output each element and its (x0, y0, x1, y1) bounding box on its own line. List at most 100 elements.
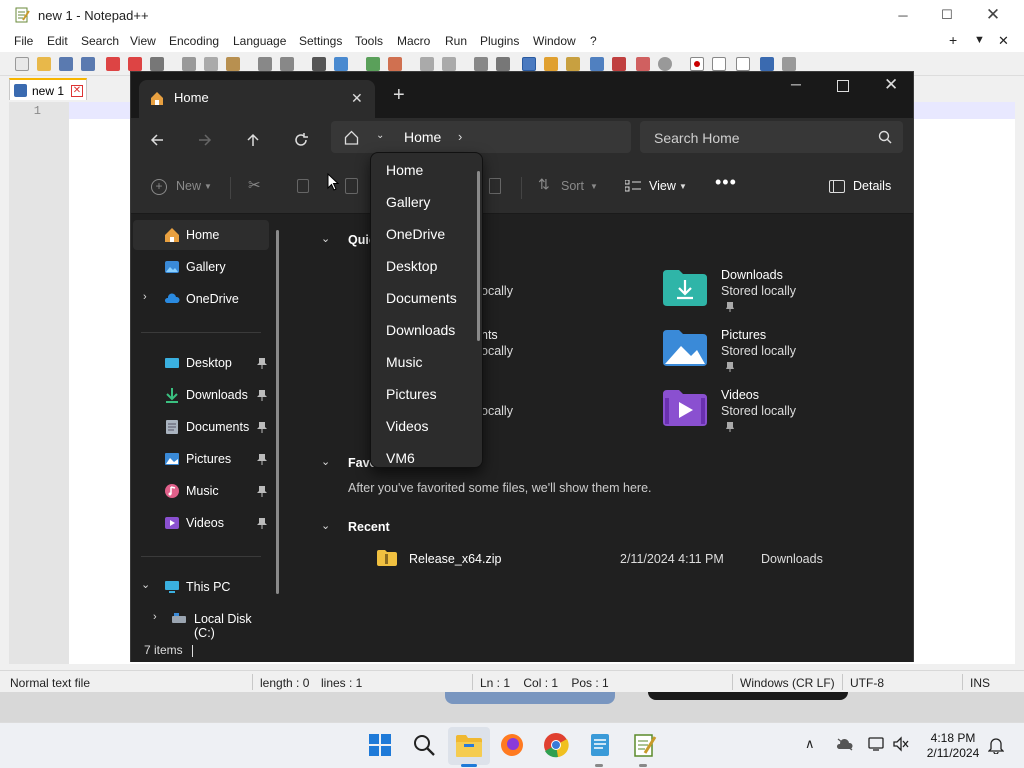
sidebar-item-music[interactable]: Music (133, 476, 269, 506)
doc-list-icon[interactable] (590, 57, 604, 71)
search-icon[interactable] (410, 731, 440, 761)
new-file-icon[interactable] (15, 57, 29, 71)
dropdown-item-home[interactable]: Home (386, 162, 423, 178)
play-macro-icon[interactable] (736, 57, 750, 71)
dropdown-item-gallery[interactable]: Gallery (386, 194, 430, 210)
udl-icon[interactable] (544, 57, 558, 71)
collapse-chevron-icon[interactable]: ⌄ (141, 578, 150, 591)
save-all-icon[interactable] (81, 57, 95, 71)
folder-workspace-icon[interactable] (636, 57, 650, 71)
sidebar-item-desktop[interactable]: Desktop (133, 348, 269, 378)
plus-icon[interactable]: + (949, 32, 957, 48)
sidebar-item-pictures[interactable]: Pictures (133, 444, 269, 474)
menu-file[interactable]: File (14, 34, 33, 48)
doc-map-icon[interactable] (566, 57, 580, 71)
system-clock[interactable]: 4:18 PM 2/11/2024 (918, 731, 988, 761)
dropdown-item-music[interactable]: Music (386, 354, 423, 370)
dropdown-item-videos[interactable]: Videos (386, 418, 429, 434)
monitor-icon[interactable] (658, 57, 672, 71)
forward-arrow-icon[interactable] (191, 128, 219, 152)
expand-chevron-icon[interactable]: › (153, 611, 157, 623)
show-hidden-icons-chevron-icon[interactable]: ∧ (805, 736, 815, 752)
new-tab-plus-icon[interactable]: + (393, 84, 405, 107)
paste-icon[interactable] (226, 57, 240, 71)
undo-icon[interactable] (258, 57, 272, 71)
redo-icon[interactable] (280, 57, 294, 71)
explorer-close-button[interactable]: ✕ (884, 75, 898, 95)
details-button[interactable]: Details (853, 179, 891, 193)
menu-plugins[interactable]: Plugins (480, 34, 519, 48)
close-button[interactable]: ✕ (970, 0, 1016, 30)
cut-icon[interactable]: ✂ (248, 176, 261, 194)
notepadpp-taskbar-icon[interactable] (630, 731, 660, 761)
chevron-right-icon[interactable]: › (458, 129, 462, 144)
sync-h-icon[interactable] (442, 57, 456, 71)
menu-tools[interactable]: Tools (355, 34, 383, 48)
onedrive-status-icon[interactable] (836, 737, 854, 751)
tab-close-icon[interactable]: ✕ (71, 85, 83, 97)
menu-edit[interactable]: Edit (47, 34, 68, 48)
replace-icon[interactable] (334, 57, 348, 71)
copy-icon[interactable] (204, 57, 218, 71)
up-arrow-icon[interactable] (239, 128, 267, 152)
notification-bell-icon[interactable] (988, 736, 1004, 754)
search-box[interactable]: Search Home (640, 121, 903, 153)
chevron-down-icon[interactable]: ⌄ (376, 130, 384, 141)
sort-button[interactable]: Sort (561, 179, 584, 193)
find-icon[interactable] (312, 57, 326, 71)
sidebar-item-downloads[interactable]: Downloads (133, 380, 269, 410)
sidebar-item-this-pc[interactable]: ⌄ This PC (133, 572, 269, 602)
show-all-chars-icon[interactable] (496, 57, 510, 71)
recent-file-row[interactable]: Release_x64.zip 2/11/2024 4:11 PM Downlo… (371, 546, 911, 572)
notepad-icon[interactable] (586, 731, 616, 761)
menu-encoding[interactable]: Encoding (169, 34, 219, 48)
volume-muted-icon[interactable] (892, 736, 910, 752)
menu-search[interactable]: Search (81, 34, 119, 48)
indent-guide-icon[interactable] (522, 57, 536, 71)
more-options-icon[interactable]: ••• (715, 172, 737, 193)
dropdown-item-downloads[interactable]: Downloads (386, 322, 455, 338)
sidebar-item-documents[interactable]: Documents (133, 412, 269, 442)
network-icon[interactable] (868, 736, 884, 752)
dropdown-item-vm6[interactable]: VM6 (386, 450, 415, 466)
doc-tab-new1[interactable]: new 1 ✕ (9, 78, 87, 100)
zoom-out-icon[interactable] (388, 57, 402, 71)
start-windows-icon[interactable] (366, 731, 396, 761)
menu-run[interactable]: Run (445, 34, 467, 48)
dropdown-item-desktop[interactable]: Desktop (386, 258, 437, 274)
dropdown-item-documents[interactable]: Documents (386, 290, 457, 306)
quick-access-downloads[interactable]: Downloads Stored locally (663, 262, 863, 314)
open-file-icon[interactable] (37, 57, 51, 71)
close-all-icon[interactable] (128, 57, 142, 71)
maximize-button[interactable]: ☐ (924, 0, 970, 30)
new-button[interactable]: New (176, 179, 201, 193)
breadcrumb-home[interactable]: Home (404, 129, 441, 145)
sidebar-item-local-disk[interactable]: › Local Disk (C:) (133, 604, 269, 640)
view-button[interactable]: View (649, 179, 676, 193)
save-macro-icon[interactable] (782, 57, 796, 71)
sidebar-scrollbar[interactable] (276, 230, 279, 594)
minimize-button[interactable]: ─ (880, 0, 926, 30)
stop-macro-icon[interactable] (712, 57, 726, 71)
save-icon[interactable] (59, 57, 73, 71)
quick-access-videos[interactable]: Videos Stored locally (663, 382, 863, 434)
paste-icon[interactable] (345, 178, 358, 194)
explorer-minimize-button[interactable]: ─ (791, 76, 801, 92)
sidebar-item-gallery[interactable]: Gallery (133, 252, 269, 282)
delete-icon[interactable] (489, 178, 501, 194)
menu-language[interactable]: Language (233, 34, 286, 48)
recent-chevron-icon[interactable]: ⌄ (321, 519, 330, 532)
refresh-icon[interactable] (287, 128, 315, 152)
dropdown-item-pictures[interactable]: Pictures (386, 386, 437, 402)
quick-access-chevron-icon[interactable]: ⌄ (321, 232, 330, 245)
sidebar-item-onedrive[interactable]: › OneDrive (133, 284, 269, 314)
menu-macro[interactable]: Macro (397, 34, 430, 48)
dropdown-scrollbar[interactable] (477, 171, 480, 341)
close-file-icon[interactable] (106, 57, 120, 71)
sidebar-item-videos[interactable]: Videos (133, 508, 269, 538)
chrome-icon[interactable] (542, 731, 572, 761)
print-icon[interactable] (150, 57, 164, 71)
dropdown-item-onedrive[interactable]: OneDrive (386, 226, 445, 242)
run-macro-multiple-icon[interactable] (760, 57, 774, 71)
dropdown-arrow-icon[interactable]: ▼ (974, 34, 985, 46)
